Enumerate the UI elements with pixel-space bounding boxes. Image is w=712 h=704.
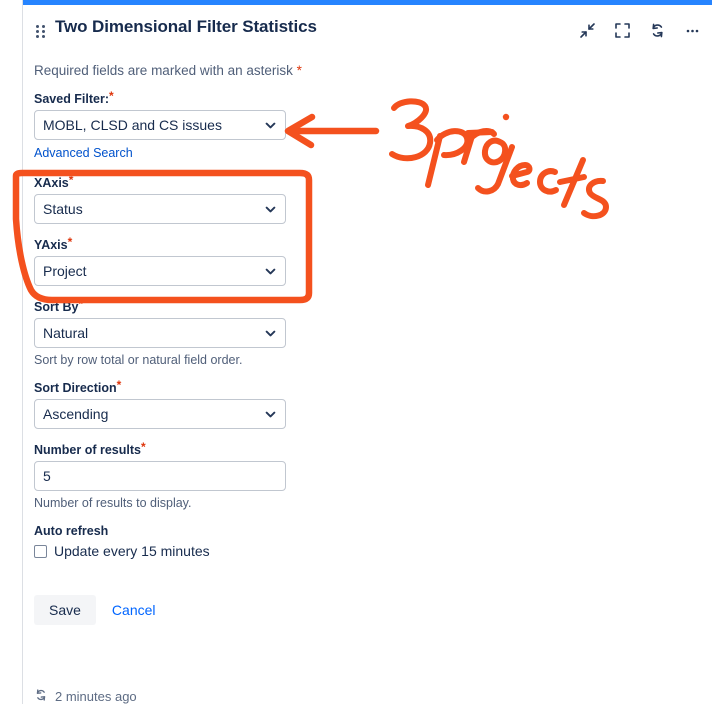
number-of-results-required-marker: *: [140, 440, 146, 454]
refresh-icon[interactable]: [34, 688, 48, 704]
auto-refresh-checkbox[interactable]: [34, 544, 47, 558]
x-axis-required-marker: *: [68, 173, 74, 187]
refresh-icon[interactable]: [646, 19, 668, 41]
number-of-results-label: Number of results*: [34, 440, 712, 457]
more-options-icon[interactable]: [681, 19, 703, 41]
sort-direction-control: Ascending: [34, 399, 286, 429]
drag-dot: [36, 25, 39, 28]
gadget-header-actions: [576, 19, 703, 41]
sort-direction-label: Sort Direction*: [34, 378, 712, 395]
drag-dot: [42, 25, 45, 28]
field-y-axis: YAxis* Project: [34, 235, 712, 286]
number-of-results-input[interactable]: [34, 461, 286, 491]
sort-by-label: Sort By*: [34, 297, 712, 314]
saved-filter-control: MOBL, CLSD and CS issues: [34, 110, 286, 140]
last-updated-timestamp: 2 minutes ago: [55, 689, 137, 704]
number-of-results-help-text: Number of results to display.: [34, 496, 192, 510]
drag-handle-icon[interactable]: [36, 25, 46, 39]
drag-dot: [36, 35, 39, 38]
field-sort-direction: Sort Direction* Ascending: [34, 378, 712, 429]
x-axis-label-text: XAxis: [34, 176, 69, 190]
sort-by-label-text: Sort By: [34, 300, 79, 314]
cancel-link[interactable]: Cancel: [108, 595, 160, 625]
sort-by-help-text: Sort by row total or natural field order…: [34, 353, 243, 367]
required-fields-note: Required fields are marked with an aster…: [34, 55, 712, 78]
sort-direction-select[interactable]: Ascending: [34, 399, 286, 429]
advanced-search-link[interactable]: Advanced Search: [34, 146, 133, 160]
gadget-header: Two Dimensional Filter Statistics: [23, 5, 712, 55]
x-axis-label: XAxis*: [34, 173, 712, 190]
number-of-results-control: [34, 461, 286, 491]
auto-refresh-checkbox-label: Update every 15 minutes: [54, 543, 210, 559]
field-saved-filter: Saved Filter:* MOBL, CLSD and CS issues: [34, 89, 712, 140]
number-of-results-label-text: Number of results: [34, 443, 141, 457]
saved-filter-select[interactable]: MOBL, CLSD and CS issues: [34, 110, 286, 140]
saved-filter-required-marker: *: [109, 89, 114, 103]
sort-direction-required-marker: *: [116, 378, 122, 392]
form-actions: Save Cancel: [34, 595, 712, 625]
sort-by-required-marker: *: [78, 297, 84, 311]
y-axis-required-marker: *: [67, 235, 73, 249]
gadget-footer: 2 minutes ago: [34, 688, 137, 704]
saved-filter-label: Saved Filter:*: [34, 89, 712, 106]
sort-by-select[interactable]: Natural: [34, 318, 286, 348]
auto-refresh-checkbox-row[interactable]: Update every 15 minutes: [34, 543, 712, 559]
x-axis-control: Status: [34, 194, 286, 224]
field-x-axis: XAxis* Status: [34, 173, 712, 224]
auto-refresh-label: Auto refresh: [34, 524, 109, 538]
y-axis-select[interactable]: Project: [34, 256, 286, 286]
maximize-icon[interactable]: [611, 19, 633, 41]
save-button[interactable]: Save: [34, 595, 96, 625]
required-asterisk: *: [296, 63, 302, 78]
gadget-title: Two Dimensional Filter Statistics: [55, 17, 317, 36]
gadget-form: Required fields are marked with an aster…: [23, 55, 712, 625]
field-number-of-results: Number of results*: [34, 440, 712, 491]
field-auto-refresh: Auto refresh: [34, 524, 712, 538]
sort-by-control: Natural: [34, 318, 286, 348]
collapse-icon[interactable]: [576, 19, 598, 41]
required-fields-text: Required fields are marked with an aster…: [34, 63, 293, 78]
sort-direction-label-text: Sort Direction: [34, 381, 117, 395]
screenshot-root: Two Dimensional Filter Statistics Requir…: [0, 0, 712, 704]
field-sort-by: Sort By* Natural: [34, 297, 712, 348]
gadget-panel: Two Dimensional Filter Statistics Requir…: [22, 0, 712, 704]
x-axis-select[interactable]: Status: [34, 194, 286, 224]
drag-dot: [42, 30, 45, 33]
saved-filter-label-text: Saved Filter:: [34, 92, 110, 106]
drag-dot: [36, 30, 39, 33]
drag-dot: [42, 35, 45, 38]
y-axis-label: YAxis*: [34, 235, 712, 252]
y-axis-label-text: YAxis: [34, 238, 68, 252]
y-axis-control: Project: [34, 256, 286, 286]
